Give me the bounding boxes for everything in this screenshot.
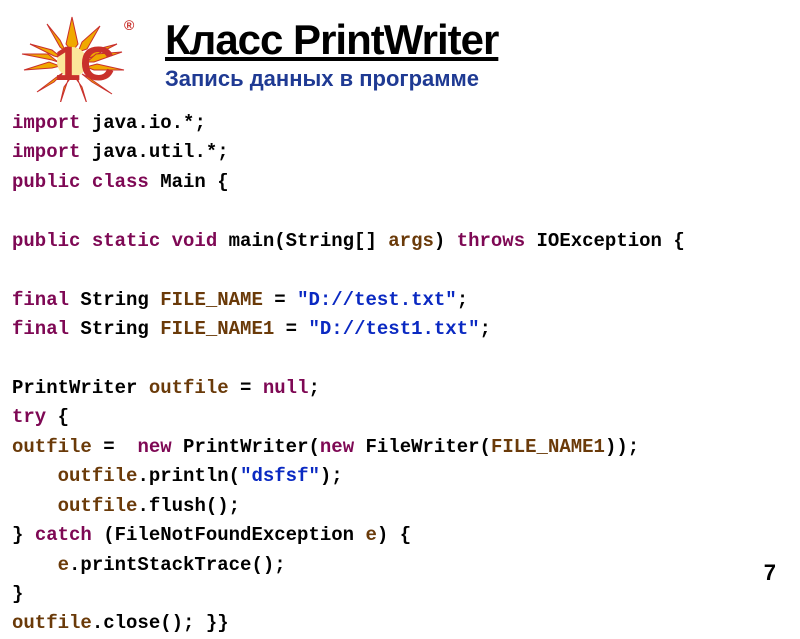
code-token: String <box>69 289 160 311</box>
code-token: } <box>12 583 23 605</box>
code-token: catch <box>35 524 92 546</box>
code-token: = <box>92 436 138 458</box>
code-token: java.util.*; <box>80 141 228 163</box>
slide-title: Класс PrintWriter <box>165 16 498 64</box>
code-token: public static void <box>12 230 217 252</box>
code-token: import <box>12 141 80 163</box>
code-token: IOException { <box>525 230 685 252</box>
code-token: final <box>12 289 69 311</box>
code-token <box>12 465 58 487</box>
code-token: FILE_NAME1 <box>160 318 274 340</box>
code-token: "dsfsf" <box>240 465 320 487</box>
logo-1c: 1 С ® <box>10 10 150 105</box>
code-token: FileWriter( <box>354 436 491 458</box>
code-token: outfile <box>12 436 92 458</box>
code-token: } <box>12 524 35 546</box>
title-block: Класс PrintWriter Запись данных в програ… <box>165 10 498 92</box>
code-token: args <box>388 230 434 252</box>
code-token: PrintWriter <box>12 377 149 399</box>
code-token: outfile <box>12 612 92 634</box>
code-token: .flush(); <box>137 495 240 517</box>
code-token: new <box>137 436 171 458</box>
code-token: ; <box>457 289 468 311</box>
logo-burst-icon: 1 С ® <box>12 12 142 102</box>
code-token: null <box>263 377 309 399</box>
code-token: ; <box>480 318 491 340</box>
code-token: = <box>229 377 263 399</box>
logo-reg: ® <box>124 17 135 33</box>
logo-letter: С <box>80 38 115 91</box>
code-token: .printStackTrace(); <box>69 554 286 576</box>
code-token: FILE_NAME <box>160 289 263 311</box>
code-token: main(String[] <box>217 230 388 252</box>
code-token: ) <box>434 230 457 252</box>
code-token: new <box>320 436 354 458</box>
code-token: outfile <box>149 377 229 399</box>
code-token: = <box>263 289 297 311</box>
code-token: { <box>46 406 69 428</box>
code-token: outfile <box>58 495 138 517</box>
code-token: )); <box>605 436 639 458</box>
code-block: import java.io.*; import java.util.*; pu… <box>0 105 800 639</box>
page-number: 7 <box>764 560 776 586</box>
code-token: ; <box>308 377 319 399</box>
code-token: java.io.*; <box>80 112 205 134</box>
code-token: e <box>365 524 376 546</box>
code-token: public class <box>12 171 149 193</box>
code-token: (FileNotFoundException <box>92 524 366 546</box>
code-token: FILE_NAME1 <box>491 436 605 458</box>
code-token <box>12 554 58 576</box>
code-token: import <box>12 112 80 134</box>
logo-digit: 1 <box>54 38 81 91</box>
code-token: "D://test1.txt" <box>308 318 479 340</box>
slide-header: 1 С ® Класс PrintWriter Запись данных в … <box>0 0 800 105</box>
code-token: e <box>58 554 69 576</box>
code-token: "D://test.txt" <box>297 289 457 311</box>
code-token: Main { <box>149 171 229 193</box>
code-token: String <box>69 318 160 340</box>
code-token: .close(); }} <box>92 612 229 634</box>
code-token: = <box>274 318 308 340</box>
code-token: .println( <box>137 465 240 487</box>
code-token: outfile <box>58 465 138 487</box>
code-token: PrintWriter( <box>172 436 320 458</box>
code-token <box>12 495 58 517</box>
code-token: try <box>12 406 46 428</box>
code-token: throws <box>457 230 525 252</box>
code-token: ) { <box>377 524 411 546</box>
code-token: final <box>12 318 69 340</box>
slide-subtitle: Запись данных в программе <box>165 66 498 92</box>
code-token: ); <box>320 465 343 487</box>
